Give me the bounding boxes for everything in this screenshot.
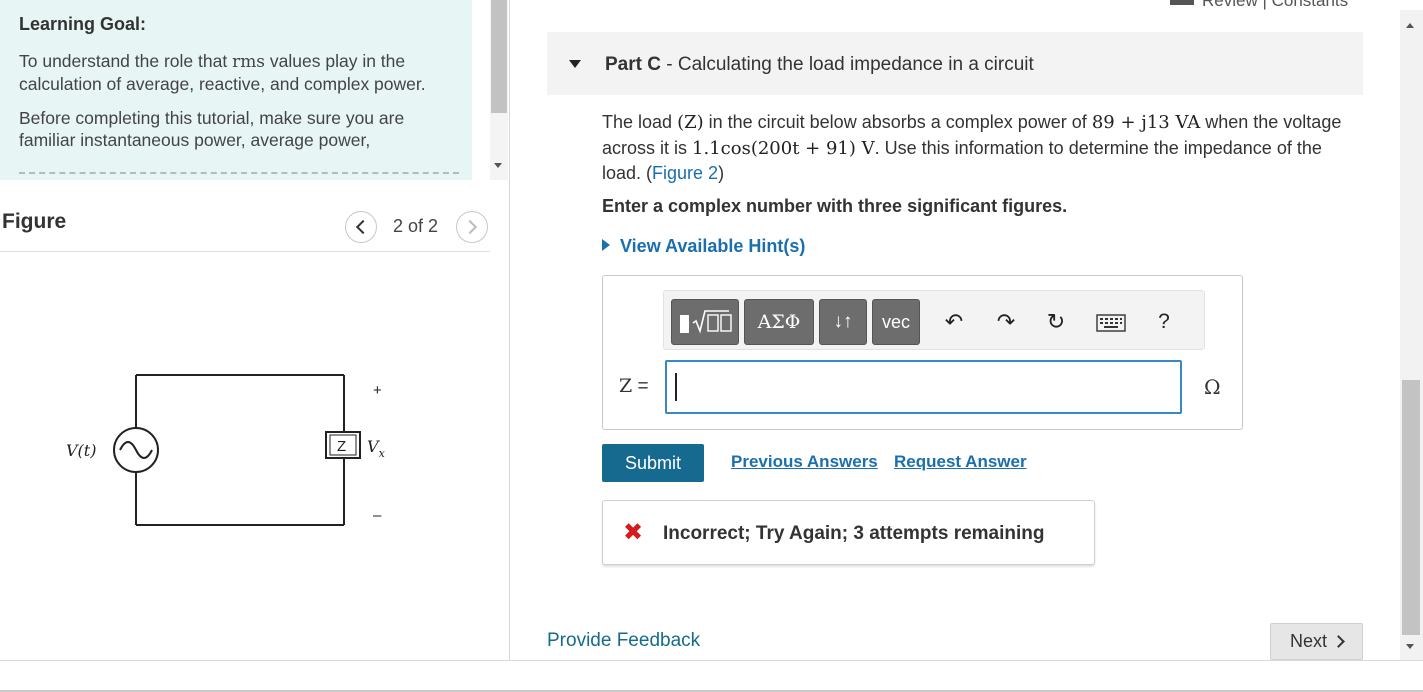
math-complex-power: 89 + j13 VA xyxy=(1091,112,1201,133)
part-title: Part C - Calculating the load impedance … xyxy=(605,54,1034,75)
math-z: (Z) xyxy=(677,112,704,133)
vector-button[interactable]: vec xyxy=(872,299,920,345)
left-pane: Learning Goal: To understand the role th… xyxy=(0,0,510,660)
rms-term: rms xyxy=(232,52,266,72)
math-toolbar: ΑΣΦ ↓↑ vec ↶ ↷ ↻ ? xyxy=(663,290,1205,350)
chevron-right-icon xyxy=(1332,635,1345,648)
answer-label: Z = xyxy=(619,375,649,397)
minus-sign: – xyxy=(373,507,382,524)
undo-icon[interactable]: ↶ xyxy=(939,307,969,337)
provide-feedback-link[interactable]: Provide Feedback xyxy=(547,630,700,652)
unit-ohm: Ω xyxy=(1204,375,1221,399)
view-hints-toggle[interactable]: View Available Hint(s) xyxy=(602,236,805,257)
help-button[interactable]: ? xyxy=(1149,307,1179,337)
reset-icon[interactable]: ↻ xyxy=(1041,307,1071,337)
learning-goal-paragraph-1: To understand the role that rms values p… xyxy=(19,51,426,94)
templates-icon xyxy=(680,310,732,334)
scrollbar-thumb[interactable] xyxy=(491,0,507,113)
keyboard-icon xyxy=(1096,314,1126,332)
clipped-text-edge xyxy=(19,172,459,182)
figure-next-button[interactable] xyxy=(456,211,488,243)
feedback-text: Incorrect; Try Again; 3 attempts remaini… xyxy=(663,523,1045,544)
submit-button[interactable]: Submit xyxy=(602,444,704,482)
page-scrollbar[interactable] xyxy=(1400,10,1423,660)
expand-triangle-icon xyxy=(602,239,610,251)
review-icon xyxy=(1170,0,1194,6)
templates-button[interactable] xyxy=(671,299,739,345)
feedback-box: ✖ Incorrect; Try Again; 3 attempts remai… xyxy=(602,500,1095,565)
keyboard-shortcuts-button[interactable] xyxy=(1096,307,1126,337)
answer-input[interactable] xyxy=(665,360,1182,414)
instruction-text: Enter a complex number with three signif… xyxy=(602,196,1068,216)
figure-page-count: 2 of 2 xyxy=(393,216,439,236)
previous-answers-link[interactable]: Previous Answers xyxy=(731,452,878,472)
learning-goal-paragraph-2: Before completing this tutorial, make su… xyxy=(19,108,405,150)
figure-header: Figure 2 of 2 xyxy=(0,182,490,252)
collapse-caret-icon[interactable] xyxy=(569,60,581,68)
svg-text:Vx: Vx xyxy=(367,437,386,460)
chevron-left-icon xyxy=(355,219,371,235)
math-voltage: 1.1cos(200t + 91) V xyxy=(692,137,875,159)
next-button[interactable]: Next xyxy=(1270,623,1363,660)
load-label: Z xyxy=(337,438,346,455)
bottom-bar xyxy=(0,660,1423,692)
figure-prev-button[interactable] xyxy=(345,211,377,243)
figure-2-link[interactable]: Figure 2 xyxy=(652,163,718,183)
source-label: V(t) xyxy=(66,441,96,460)
voltage-subscript: x xyxy=(379,447,386,460)
learning-goal-scrollbar[interactable] xyxy=(490,0,508,180)
error-x-icon: ✖ xyxy=(623,519,644,546)
chevron-right-icon xyxy=(462,219,478,235)
page-scrollbar-thumb[interactable] xyxy=(1402,380,1420,635)
greek-symbols-button[interactable]: ΑΣΦ xyxy=(744,299,814,345)
answer-box: ΑΣΦ ↓↑ vec ↶ ↷ ↻ ? Z = Ω xyxy=(602,275,1243,430)
subscript-superscript-button[interactable]: ↓↑ xyxy=(819,299,867,345)
redo-icon[interactable]: ↷ xyxy=(991,307,1021,337)
figure-title: Figure xyxy=(2,210,67,233)
scroll-up-arrow-icon[interactable] xyxy=(1406,23,1414,28)
scroll-down-arrow-icon[interactable] xyxy=(494,163,502,168)
circuit-diagram: V(t) Z Vx + – xyxy=(66,374,386,526)
scroll-down-arrow-icon[interactable] xyxy=(1406,644,1414,649)
question-text: The load (Z) in the circuit below absorb… xyxy=(602,112,1342,183)
request-answer-link[interactable]: Request Answer xyxy=(894,452,1027,472)
part-c-header[interactable]: Part C - Calculating the load impedance … xyxy=(547,32,1363,95)
review-constants-links[interactable]: Review | Constants xyxy=(1170,0,1348,11)
learning-goal-box: Learning Goal: To understand the role th… xyxy=(0,0,472,180)
plus-sign: + xyxy=(373,382,382,399)
text-caret xyxy=(675,373,677,401)
learning-goal-title: Learning Goal: xyxy=(19,14,147,34)
